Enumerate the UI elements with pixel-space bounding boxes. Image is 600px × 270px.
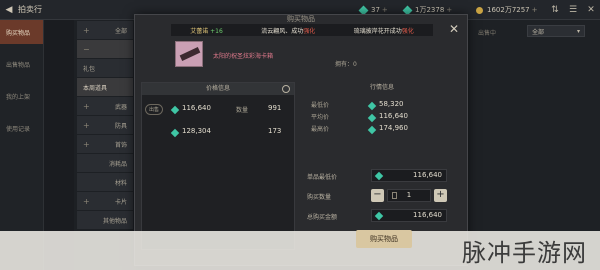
chevron-down-icon: ▾ (576, 27, 580, 35)
close-icon[interactable]: ✕ (447, 22, 461, 36)
green-gem-icon (367, 101, 377, 111)
price-row[interactable]: 出售 116,640 数量 991 (142, 103, 294, 117)
item-name: 太阳的祝圣炫彩海卡箱 (213, 53, 274, 60)
category-item[interactable]: − (77, 40, 133, 58)
unit-price-field: 116,640 (371, 169, 447, 182)
close-window-icon[interactable]: ✕ (584, 3, 598, 17)
category-item[interactable]: 材料 (77, 173, 133, 191)
category-item[interactable]: + 防具 (77, 116, 133, 134)
market-info-header: 行情信息 (369, 84, 394, 91)
category-item[interactable]: 其他物品 (77, 211, 133, 229)
unit-price-row: 单品最低价 116,640 (307, 169, 463, 183)
sell-tag: 出售 (145, 104, 164, 115)
category-item[interactable]: 礼包 (77, 59, 133, 77)
category-item[interactable]: + 全部 (77, 21, 133, 39)
quantity-stepper[interactable]: 1 (387, 189, 431, 202)
decrease-button[interactable]: − (371, 189, 384, 202)
buy-button[interactable]: 购买物品 (356, 230, 412, 248)
avg-price-stat: 平均价 116,640 (311, 112, 408, 123)
green-gem-icon (367, 113, 377, 123)
filter-label: 出售中 (478, 30, 497, 37)
watermark: 脉冲手游网 (462, 239, 587, 267)
app-title: 拍卖行 (18, 5, 42, 14)
green-gem-icon (170, 128, 180, 138)
item-mini-icon (392, 192, 397, 199)
price-info-header: 价格信息 (142, 83, 294, 95)
green-gem-icon (374, 171, 384, 181)
green-gem-icon (367, 125, 377, 135)
total-row: 总购买金额 116,640 (307, 209, 463, 223)
total-price-field: 116,640 (371, 209, 447, 222)
price-row[interactable]: 128,304 173 (142, 126, 294, 140)
broadcast-banner: 艾蕾诺 +16 流云翩风、成功强化 琉璃披岸花开成功强化 (171, 24, 433, 36)
sidebar-item-my-listings[interactable]: 我的上架 (0, 84, 43, 108)
back-arrow-icon[interactable]: ◀ (0, 0, 18, 20)
purchase-modal: 购买物品 ✕ 艾蕾诺 +16 流云翩风、成功强化 琉璃披岸花开成功强化 太阳的祝… (134, 14, 468, 266)
sidebar-item-history[interactable]: 使用记录 (0, 116, 43, 140)
category-item[interactable]: 消耗品 (77, 154, 133, 172)
sidebar-item-buy[interactable]: 购买物品 (0, 20, 43, 44)
modal-title: 购买物品 (287, 15, 315, 23)
category-item[interactable]: + 首饰 (77, 135, 133, 153)
quantity-row: 购买数量 − 1 + (307, 189, 463, 203)
refresh-icon[interactable] (282, 85, 290, 93)
gold-coin-icon (476, 6, 483, 14)
sidebar-item-sell[interactable]: 出售物品 (0, 52, 43, 76)
item-card-icon (175, 41, 203, 67)
category-item[interactable]: + 卡片 (77, 192, 133, 210)
filter-select[interactable]: 全部 ▾ (527, 25, 585, 37)
sort-icon[interactable]: ⇅ (548, 3, 562, 17)
price-info-panel: 价格信息 出售 116,640 数量 991 128,304 173 (141, 82, 295, 250)
category-item[interactable]: + 武器 (77, 97, 133, 115)
owned-count: 拥有：0 (335, 61, 357, 68)
category-item[interactable]: 本周道具 (77, 78, 133, 96)
max-price-stat: 最高价 174,960 (311, 124, 408, 135)
increase-button[interactable]: + (434, 189, 447, 202)
green-gem-icon (170, 105, 180, 115)
menu-icon[interactable]: ☰ (566, 3, 580, 17)
green-gem-icon (374, 211, 384, 221)
currency-gold: 1602万7257 + (476, 4, 538, 16)
min-price-stat: 最低价 58,320 (311, 100, 404, 111)
market-info-panel: 行情信息 最低价 58,320 平均价 116,640 最高价 174,960 (301, 82, 463, 158)
